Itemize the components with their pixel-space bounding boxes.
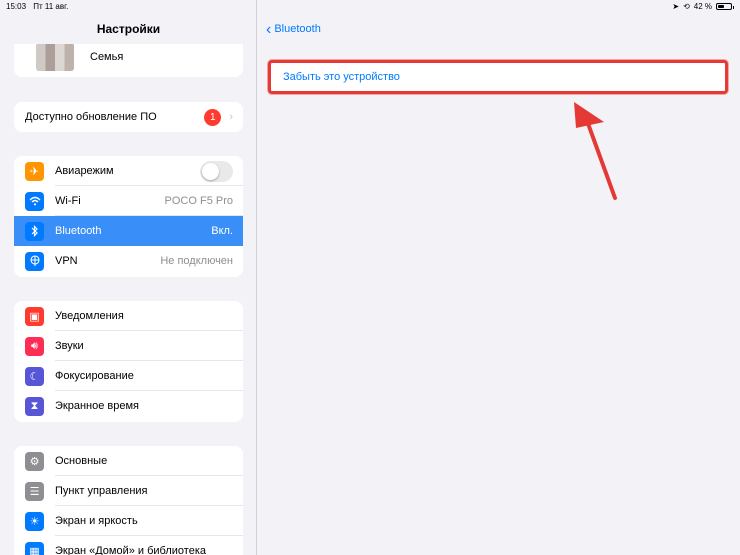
location-icon: ➤ [672, 2, 680, 11]
notifications-label: Уведомления [55, 310, 124, 322]
forget-device-button[interactable]: Забыть это устройство [268, 60, 728, 94]
airplane-label: Авиарежим [55, 165, 114, 177]
notifications-group: ▣ Уведомления 🔊︎ Звуки ☾ Фокусирование ⧗… [14, 301, 243, 422]
sidebar-item-wifi[interactable]: Wi-Fi POCO F5 Pro [14, 186, 243, 216]
brightness-icon: ☀ [25, 511, 44, 531]
sidebar-item-home-screen[interactable]: ▦ Экран «Домой» и библиотека [14, 536, 243, 555]
control-center-icon: ☰ [25, 481, 44, 501]
sounds-label: Звуки [55, 340, 84, 352]
sidebar-title: Настройки [96, 22, 161, 36]
chevron-left-icon: ‹ [266, 20, 272, 38]
screen-time-label: Экранное время [55, 400, 139, 412]
bluetooth-value: Вкл. [211, 225, 233, 237]
sidebar-item-control-center[interactable]: ☰ Пункт управления [14, 476, 243, 506]
battery-icon [716, 3, 734, 10]
software-update-row[interactable]: Доступно обновление ПО 1 › [14, 102, 243, 132]
sidebar-item-general[interactable]: ⚙ Основные [14, 446, 243, 476]
back-button[interactable]: ‹ Bluetooth [266, 20, 321, 38]
control-center-label: Пункт управления [55, 485, 148, 497]
bluetooth-icon [25, 221, 44, 241]
wifi-value: POCO F5 Pro [164, 195, 233, 207]
home-screen-label: Экран «Домой» и библиотека [55, 545, 206, 555]
sidebar-item-airplane[interactable]: ✈ Авиарежим [14, 156, 243, 186]
sidebar-item-sounds[interactable]: 🔊︎ Звуки [14, 331, 243, 361]
vpn-label: VPN [55, 255, 78, 267]
sidebar-item-focus[interactable]: ☾ Фокусирование [14, 361, 243, 391]
status-bar: 15:03 Пт 11 авг. ➤ ⟲ 42 % [0, 0, 740, 14]
home-screen-icon: ▦ [25, 541, 44, 555]
forget-device-label: Забыть это устройство [283, 71, 400, 83]
back-label: Bluetooth [274, 23, 321, 35]
sidebar-item-display[interactable]: ☀ Экран и яркость [14, 506, 243, 536]
airplane-toggle[interactable] [200, 160, 233, 182]
notifications-icon: ▣ [25, 306, 44, 326]
airplane-icon: ✈ [25, 161, 44, 181]
avatar [36, 44, 74, 71]
vpn-value: Не подключен [160, 255, 233, 267]
gear-icon: ⚙ [25, 451, 44, 471]
software-update-label: Доступно обновление ПО [25, 111, 157, 123]
general-group: ⚙ Основные ☰ Пункт управления ☀ Экран и … [14, 446, 243, 555]
update-group: Доступно обновление ПО 1 › [14, 102, 243, 132]
connectivity-group: ✈ Авиарежим Wi-Fi POCO F5 Pro Bluetooth … [14, 156, 243, 277]
sidebar-item-bluetooth[interactable]: Bluetooth Вкл. [14, 216, 243, 246]
chevron-right-icon: › [229, 111, 233, 123]
account-group: Семья [14, 44, 243, 77]
sounds-icon: 🔊︎ [25, 336, 44, 356]
wifi-icon [25, 191, 44, 211]
annotation-arrow-icon [574, 102, 617, 200]
bluetooth-label: Bluetooth [55, 225, 102, 237]
vpn-icon [25, 251, 44, 271]
orientation-lock-icon: ⟲ [683, 2, 690, 11]
family-row[interactable]: Семья [14, 44, 243, 73]
display-label: Экран и яркость [55, 515, 138, 527]
sidebar-item-screen-time[interactable]: ⧗ Экранное время [14, 391, 243, 421]
family-label: Семья [90, 50, 124, 63]
focus-label: Фокусирование [55, 370, 134, 382]
update-badge: 1 [204, 108, 222, 126]
status-time: 15:03 [6, 2, 27, 11]
sidebar-item-notifications[interactable]: ▣ Уведомления [14, 301, 243, 331]
battery-percent: 42 % [693, 2, 712, 11]
sidebar-item-vpn[interactable]: VPN Не подключен [14, 246, 243, 276]
status-date: Пт 11 авг. [33, 2, 69, 11]
focus-icon: ☾ [25, 366, 44, 386]
wifi-label: Wi-Fi [55, 195, 81, 207]
settings-sidebar: Настройки Семья Доступно обновление ПО 1… [0, 0, 257, 555]
detail-pane: ‹ Bluetooth Забыть это устройство [258, 0, 740, 555]
screen-time-icon: ⧗ [25, 396, 44, 416]
general-label: Основные [55, 455, 108, 467]
